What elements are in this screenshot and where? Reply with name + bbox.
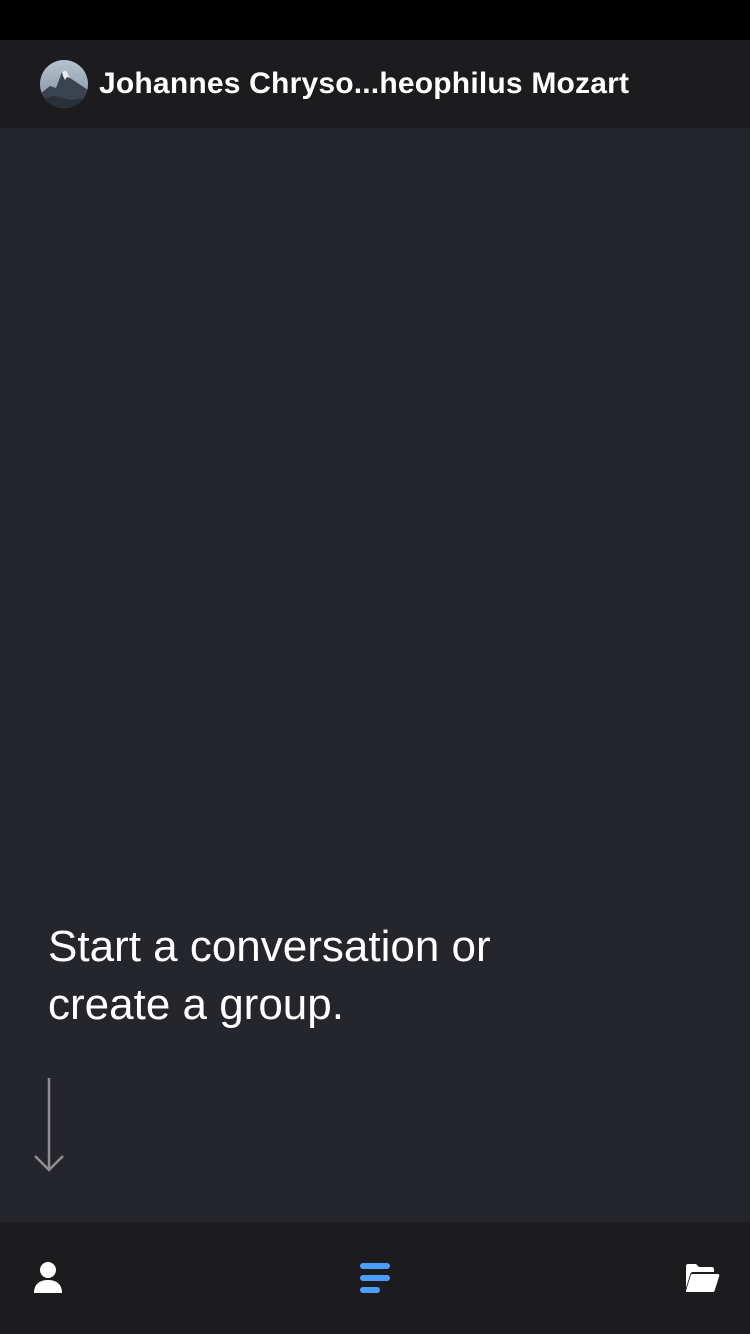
conversation-list-area: Start a conversation or create a group. [0,128,750,1222]
app-header: Johannes Chryso...heophilus Mozart [0,40,750,128]
chat-title[interactable]: Johannes Chryso...heophilus Mozart [99,67,629,101]
status-bar [0,0,750,40]
person-icon [34,1262,62,1293]
empty-state-message: Start a conversation or create a group. [48,922,491,1029]
folder-open-icon [685,1264,720,1292]
tab-profile[interactable] [0,1222,98,1334]
tab-bar [0,1222,750,1334]
avatar-mountain-image [40,60,88,108]
tab-chats[interactable] [325,1222,425,1334]
chat-list-icon [360,1263,390,1293]
avatar[interactable] [40,60,88,108]
arrow-down-icon [30,1076,68,1179]
tab-files[interactable] [652,1222,750,1334]
